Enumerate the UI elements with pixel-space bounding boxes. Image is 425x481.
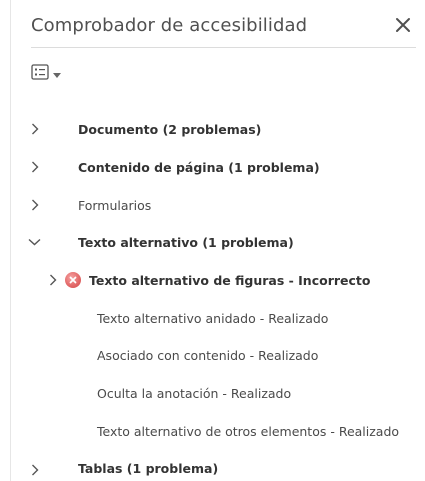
options-menu-button[interactable] (31, 62, 73, 86)
tree-item-tablas[interactable]: Tablas (1 problema) (11, 454, 425, 481)
chevron-down-icon[interactable] (27, 235, 41, 249)
tree-item-label: Oculta la anotación - Realizado (97, 385, 292, 401)
tree-item-texto-alternativo[interactable]: Texto alternativo (1 problema) (11, 228, 425, 256)
tree-item-label: Documento (2 problemas) (78, 121, 262, 137)
close-icon[interactable] (390, 12, 416, 38)
chevron-right-icon[interactable] (46, 273, 60, 287)
tree-item-label: Texto alternativo (1 problema) (78, 234, 294, 250)
tree-item-label: Texto alternativo anidado - Realizado (97, 310, 329, 326)
chevron-right-icon[interactable] (28, 160, 42, 174)
tree-item-otros[interactable]: Texto alternativo de otros elementos - R… (11, 417, 425, 445)
tree-item-label: Contenido de página (1 problema) (78, 159, 320, 175)
header-divider (31, 47, 416, 48)
panel-header: Comprobador de accesibilidad (31, 8, 416, 42)
panel-title: Comprobador de accesibilidad (31, 14, 308, 36)
chevron-right-icon[interactable] (28, 198, 42, 212)
tree-item-label: Formularios (78, 197, 152, 213)
tree-item-label: Texto alternativo de otros elementos - R… (97, 423, 400, 439)
tree-item-formularios[interactable]: Formularios (11, 191, 425, 219)
tree-item-figuras[interactable]: Texto alternativo de figuras - Incorrect… (11, 266, 425, 294)
tree-item-label: Asociado con contenido - Realizado (97, 347, 319, 363)
chevron-down-icon (53, 72, 61, 78)
accessibility-checker-panel: Comprobador de accesibilidad Documento (… (10, 0, 425, 481)
tree-item-contenido-pagina[interactable]: Contenido de página (1 problema) (11, 153, 425, 181)
tree-item-oculta[interactable]: Oculta la anotación - Realizado (11, 379, 425, 407)
error-icon (65, 272, 81, 288)
list-options-icon (31, 64, 49, 84)
tree-item-anidado[interactable]: Texto alternativo anidado - Realizado (11, 304, 425, 332)
chevron-right-icon[interactable] (28, 122, 42, 136)
tree-item-asociado[interactable]: Asociado con contenido - Realizado (11, 341, 425, 369)
tree-item-label: Tablas (1 problema) (78, 460, 219, 476)
tree-item-documento[interactable]: Documento (2 problemas) (11, 115, 425, 143)
tree-item-label: Texto alternativo de figuras - Incorrect… (89, 272, 371, 288)
chevron-right-icon[interactable] (28, 463, 42, 477)
